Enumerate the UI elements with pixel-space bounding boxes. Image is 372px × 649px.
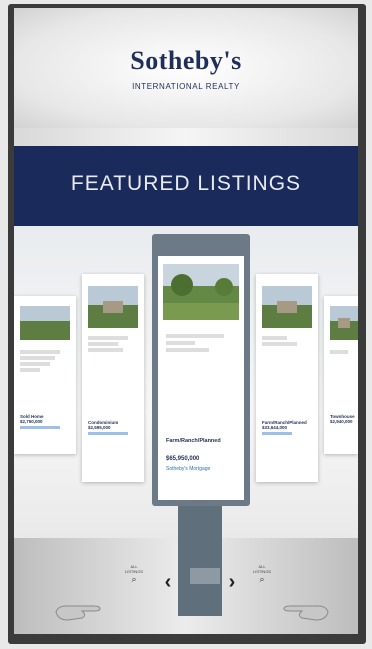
listing-price: $33,644,000	[262, 425, 288, 430]
zoom-left-label: ALL LISTINGS	[124, 564, 144, 574]
listing-status: Farm/Ranch/Planned	[166, 438, 221, 444]
listing-photo	[163, 264, 239, 320]
zoom-left-button[interactable]: ALL LISTINGS ⌕	[122, 564, 146, 584]
featured-banner: FEATURED LISTINGS	[14, 146, 358, 226]
listing-details	[88, 336, 138, 352]
listing-agent-link[interactable]: Sotheby's Mortgage	[166, 466, 210, 472]
listing-price: $65,950,000	[166, 456, 200, 462]
zoom-right-button[interactable]: ALL LISTINGS ⌕	[250, 564, 274, 584]
pointing-hand-right-icon	[280, 598, 330, 624]
listing-details	[262, 336, 312, 346]
header: Sotheby's INTERNATIONAL REALTY	[14, 8, 358, 128]
listing-card-far-right[interactable]: Townhouse $2,940,000	[324, 296, 358, 454]
listing-card-far-left[interactable]: Sold Home $2,750,000	[14, 296, 76, 454]
magnifier-icon: ⌕	[131, 574, 137, 584]
kiosk-screen: Sotheby's INTERNATIONAL REALTY FEATURED …	[14, 8, 358, 634]
listing-card-left[interactable]: Condominium $2,595,000	[82, 274, 144, 482]
kiosk-stand-base	[190, 568, 220, 584]
brand-subtitle: INTERNATIONAL REALTY	[132, 82, 240, 91]
listing-photo	[20, 306, 70, 340]
listing-price-block: Condominium $2,595,000	[88, 420, 138, 435]
listing-price: $2,750,000	[20, 419, 43, 424]
listing-details	[20, 350, 70, 372]
listing-details	[330, 350, 352, 354]
listing-price-block: Townhouse $2,940,000	[330, 414, 355, 424]
listing-price: $2,595,000	[88, 425, 111, 430]
next-button[interactable]: ›	[224, 572, 240, 592]
listing-details	[166, 334, 238, 352]
listing-card-right[interactable]: Farm/Ranch/Planned $33,644,000	[256, 274, 318, 482]
listing-price-block: Farm/Ranch/Planned $33,644,000	[262, 420, 312, 435]
prev-button[interactable]: ‹	[160, 572, 176, 592]
brand-logo: Sotheby's	[130, 46, 242, 75]
magnifier-icon: ⌕	[259, 574, 265, 584]
listing-photo	[88, 286, 138, 328]
listing-price-block: Sold Home $2,750,000	[20, 414, 70, 429]
listing-price: $2,940,000	[330, 419, 353, 424]
kiosk-stand	[178, 506, 222, 616]
banner-title: FEATURED LISTINGS	[70, 172, 302, 195]
listing-photo	[262, 286, 312, 328]
listing-card-featured[interactable]: Farm/Ranch/Planned $65,950,000 Sotheby's…	[158, 256, 244, 500]
listing-photo	[330, 306, 358, 340]
zoom-right-label: ALL LISTINGS	[252, 564, 272, 574]
pointing-hand-left-icon	[54, 598, 104, 624]
